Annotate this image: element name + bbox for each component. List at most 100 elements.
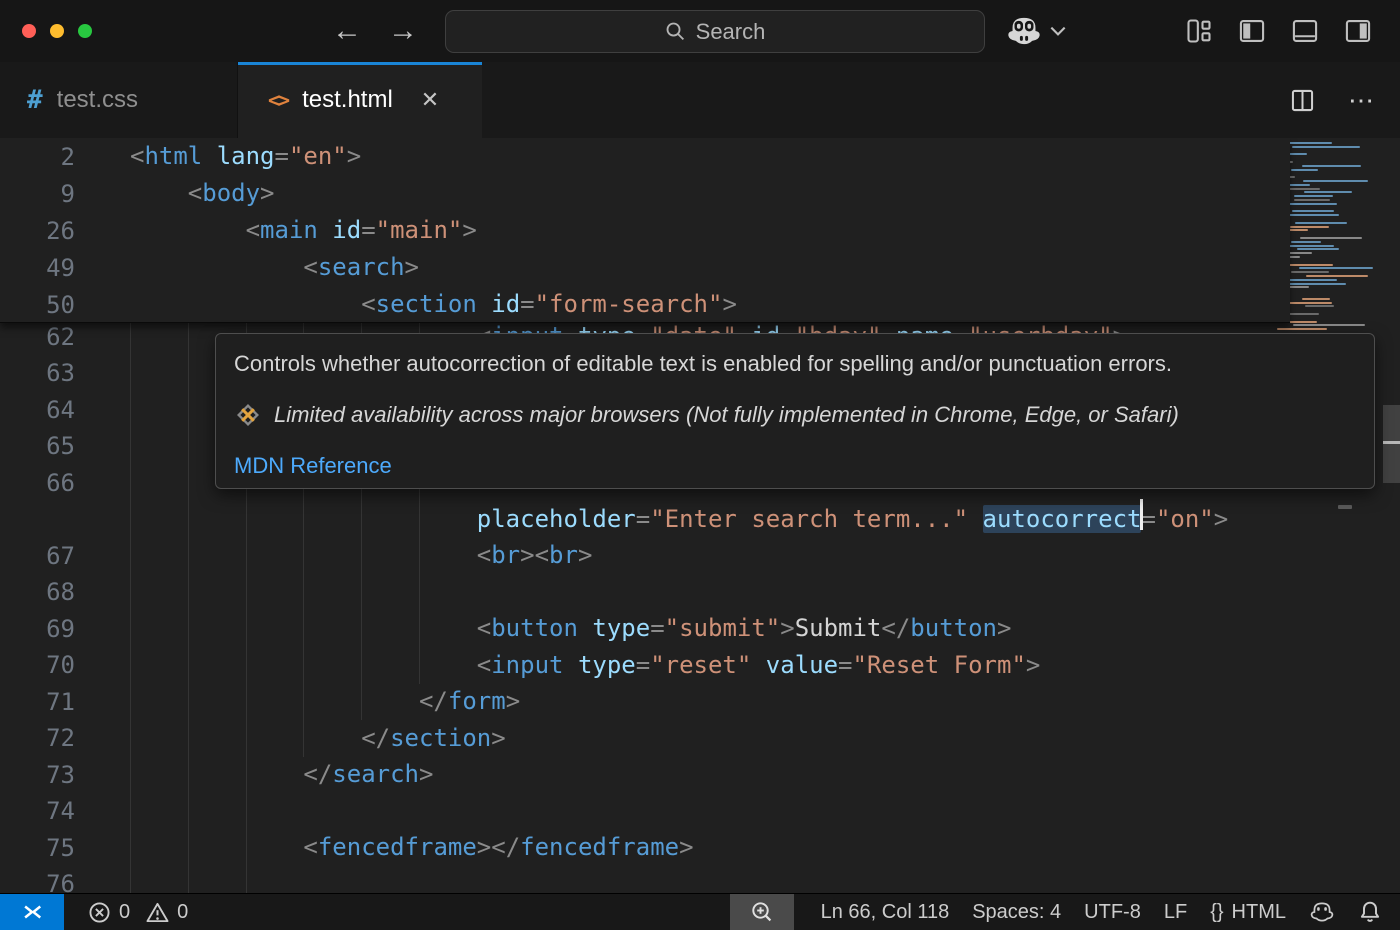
customize-layout-button[interactable]	[1185, 17, 1213, 45]
copilot-status[interactable]	[1305, 894, 1339, 930]
code-line[interactable]: 72 </section>	[0, 720, 1290, 757]
editor-scrollbar[interactable]	[1383, 138, 1400, 893]
indent-guide	[361, 647, 362, 684]
indent-guide	[130, 391, 131, 428]
toggle-secondary-sidebar-button[interactable]	[1344, 17, 1372, 45]
line-number: 72	[0, 724, 75, 752]
search-icon	[665, 21, 686, 42]
copilot-menu[interactable]	[1004, 0, 1066, 62]
more-actions-button[interactable]: ⋯	[1348, 85, 1376, 116]
scrollbar-thumb[interactable]	[1383, 405, 1400, 483]
close-tab-icon[interactable]: ✕	[421, 87, 439, 113]
command-center-search[interactable]: Search	[445, 10, 985, 53]
code-line[interactable]: 9 <body>	[0, 175, 1290, 212]
indent-guide	[130, 647, 131, 684]
tab-test-css[interactable]: # test.css	[0, 62, 238, 138]
html-file-icon: <>	[268, 88, 288, 112]
code-line[interactable]: 67 <br><br>	[0, 537, 1290, 574]
toggle-primary-sidebar-button[interactable]	[1238, 17, 1266, 45]
line-number: 62	[0, 323, 75, 351]
indent-guide	[188, 501, 189, 538]
line-number: 67	[0, 542, 75, 570]
line-number: 9	[0, 180, 75, 208]
code-editor[interactable]: 62 <input type="date" id="bday" name="us…	[0, 138, 1400, 893]
language-mode[interactable]: {} HTML	[1206, 894, 1290, 930]
code-line[interactable]: 2<html lang="en">	[0, 138, 1290, 175]
indent-guide	[419, 537, 420, 574]
minimap-line	[1297, 248, 1339, 250]
indent-guide	[246, 756, 247, 793]
mdn-reference-link[interactable]: MDN Reference	[234, 453, 1356, 479]
go-back-button[interactable]: ←	[332, 10, 362, 52]
minimap-line	[1291, 271, 1329, 273]
warnings-count: 0	[177, 901, 188, 924]
split-editor-button[interactable]	[1289, 87, 1316, 114]
indent-guide	[246, 574, 247, 611]
indent-guide	[188, 574, 189, 611]
minimap-line	[1284, 142, 1332, 144]
code-line[interactable]: 74	[0, 793, 1290, 830]
minimap-line	[1294, 195, 1334, 197]
go-forward-button[interactable]: →	[388, 10, 418, 52]
indent-guide	[188, 866, 189, 894]
code-line[interactable]: 70 <input type="reset" value="Reset Form…	[0, 647, 1290, 684]
minimap-highlight	[1338, 505, 1352, 509]
indent-guide	[130, 355, 131, 392]
minimize-window-button[interactable]	[50, 24, 64, 38]
indent-guide	[188, 683, 189, 720]
code-line[interactable]: 75 <fencedframe></fencedframe>	[0, 829, 1290, 866]
indent-guide	[246, 793, 247, 830]
code-line[interactable]: placeholder="Enter search term..." autoc…	[0, 501, 1290, 538]
remote-indicator[interactable]	[0, 894, 64, 930]
indent-guide	[303, 647, 304, 684]
indent-guide	[246, 829, 247, 866]
indent-guide	[246, 501, 247, 538]
minimap-line	[1286, 321, 1317, 323]
cursor-position[interactable]: Ln 66, Col 118	[817, 894, 954, 930]
code-line[interactable]: 50 <section id="form-search">	[0, 286, 1290, 323]
code-line[interactable]: 68	[0, 574, 1290, 611]
sticky-scroll[interactable]: 2<html lang="en">9 <body>26 <main id="ma…	[0, 138, 1290, 323]
indent-guide	[361, 574, 362, 611]
indent-guide	[303, 720, 304, 757]
indentation-setting[interactable]: Spaces: 4	[968, 894, 1065, 930]
warnings-icon	[146, 901, 169, 924]
hover-availability-note: Limited availability across major browse…	[274, 402, 1179, 428]
code-line[interactable]: 73 </search>	[0, 756, 1290, 793]
indent-guide	[130, 720, 131, 757]
tab-test-html[interactable]: <> test.html ✕	[238, 62, 482, 138]
code-line[interactable]: 71 </form>	[0, 683, 1290, 720]
indent-guide	[246, 610, 247, 647]
indent-guide	[188, 318, 189, 355]
baseline-limited-availability-icon	[234, 401, 262, 429]
problems-indicator[interactable]: 0 0	[84, 894, 192, 930]
code-line[interactable]: 76	[0, 866, 1290, 894]
minimap-line	[1291, 241, 1321, 243]
minimap-line	[1293, 324, 1365, 326]
toggle-panel-button[interactable]	[1291, 17, 1319, 45]
code-line[interactable]: 69 <button type="submit">Submit</button>	[0, 610, 1290, 647]
eol-setting[interactable]: LF	[1160, 894, 1191, 930]
overview-cursor-marker	[1383, 441, 1400, 444]
css-file-icon: #	[27, 85, 43, 115]
indent-guide	[188, 537, 189, 574]
code-line[interactable]: 49 <search>	[0, 249, 1290, 286]
code-line[interactable]: 26 <main id="main">	[0, 212, 1290, 249]
minimap-line	[1292, 146, 1360, 148]
line-number: 70	[0, 651, 75, 679]
indent-guide	[130, 428, 131, 465]
notifications-bell[interactable]	[1354, 894, 1386, 930]
encoding-setting[interactable]: UTF-8	[1080, 894, 1145, 930]
line-number: 74	[0, 797, 75, 825]
line-number: 49	[0, 254, 75, 282]
indent-guide	[419, 610, 420, 647]
errors-icon	[88, 901, 111, 924]
zoom-window-button[interactable]	[78, 24, 92, 38]
line-number: 68	[0, 578, 75, 606]
minimap-line	[1299, 267, 1373, 269]
close-window-button[interactable]	[22, 24, 36, 38]
minimap-line	[1303, 180, 1368, 182]
hover-tooltip: Controls whether autocorrection of edita…	[215, 333, 1375, 489]
chevron-down-icon	[1050, 25, 1066, 37]
zoom-indicator[interactable]	[730, 894, 794, 930]
